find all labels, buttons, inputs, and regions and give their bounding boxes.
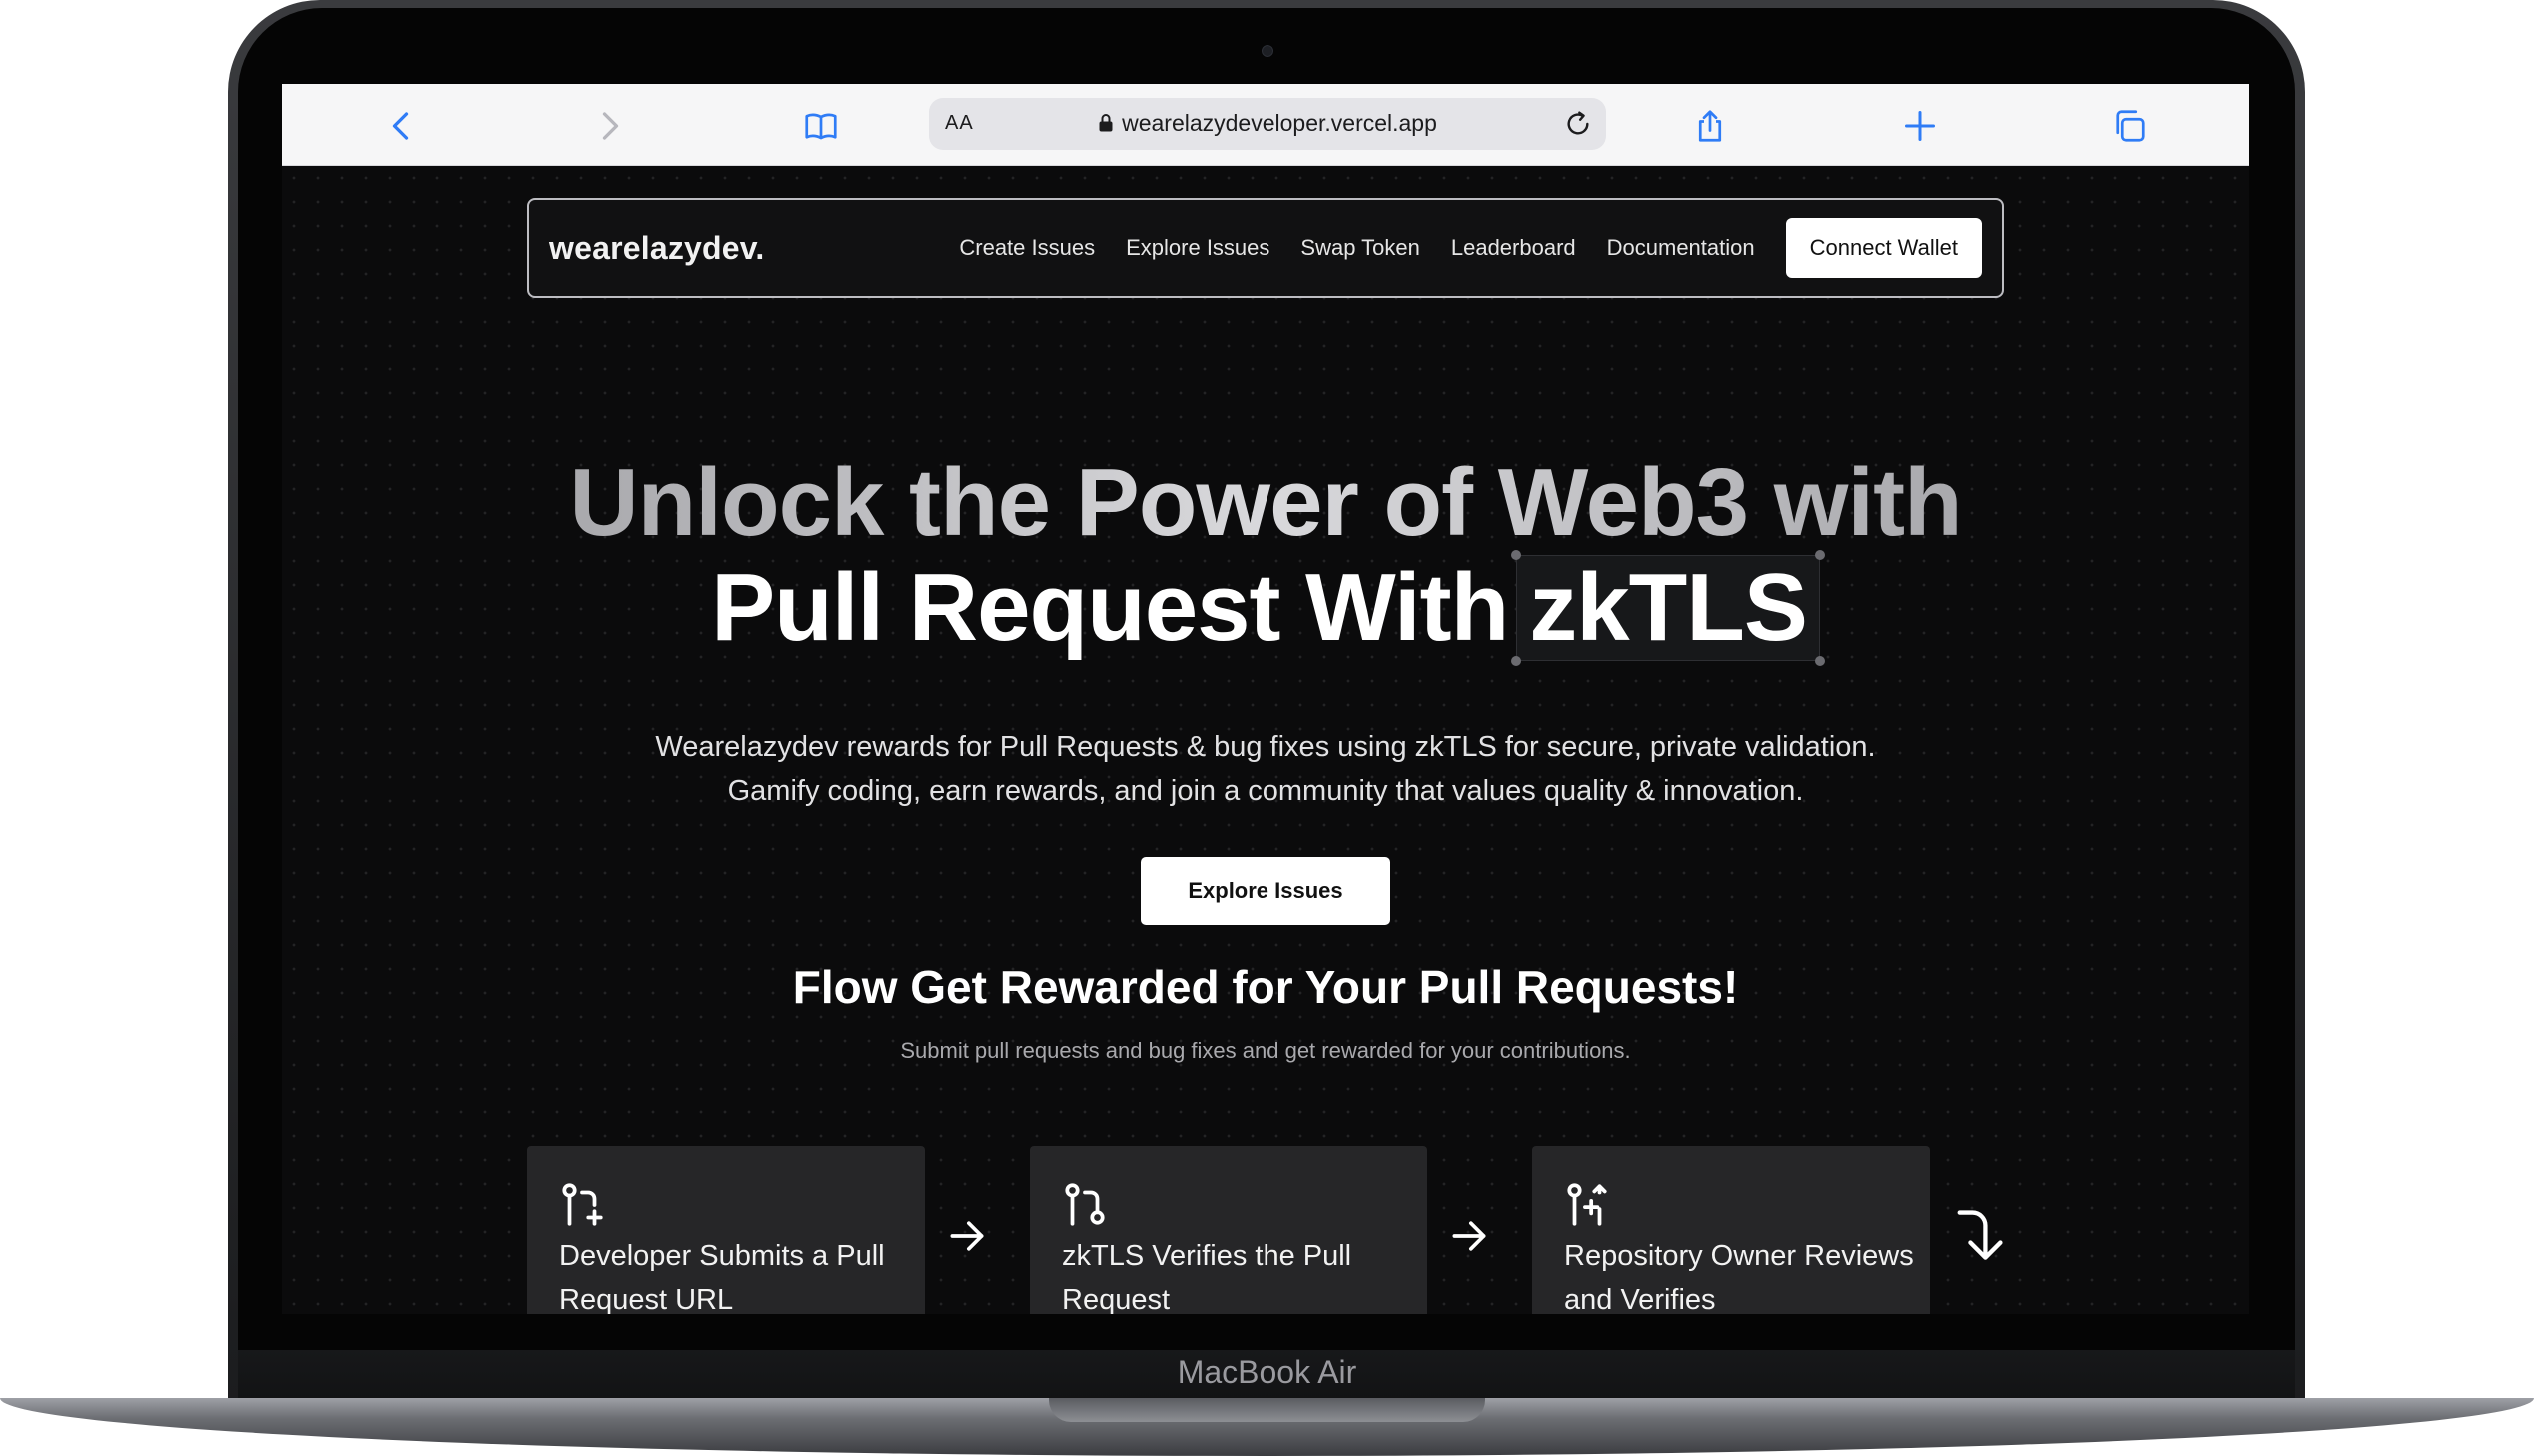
new-tab-icon[interactable] — [1900, 106, 1940, 146]
share-icon[interactable] — [1690, 106, 1730, 146]
flow-step-card: zkTLS Verifies the Pull Request — [1030, 1146, 1427, 1314]
flow-section-subtitle: Submit pull requests and bug fixes and g… — [900, 1038, 1631, 1063]
back-icon[interactable] — [382, 106, 422, 146]
url-text: wearelazydeveloper.vercel.app — [1122, 110, 1437, 136]
flow-step-label: Developer Submits a Pull Request URL — [559, 1240, 885, 1314]
hero-description-line2: Gamify coding, earn rewards, and join a … — [727, 775, 1804, 807]
lock-icon — [1098, 112, 1114, 139]
git-pull-request-arrow-icon — [1562, 1180, 1612, 1230]
hero-title-prefix: Pull Request With — [711, 554, 1509, 661]
hero-description: Wearelazydev rewards for Pull Requests &… — [282, 725, 2249, 813]
nav-link-documentation[interactable]: Documentation — [1607, 235, 1755, 261]
device-label: MacBook Air — [1177, 1354, 1357, 1390]
camera-icon — [1262, 45, 1273, 57]
nav-link-swap-token[interactable]: Swap Token — [1300, 235, 1419, 261]
screen: AA wearelazydeveloper.vercel.app wearela… — [282, 84, 2249, 1314]
site-navbar: wearelazydev. Create Issues Explore Issu… — [527, 198, 2004, 298]
browser-toolbar: AA wearelazydeveloper.vercel.app — [282, 84, 2249, 166]
arrow-turn-down-icon — [1952, 1204, 2006, 1264]
tabs-icon[interactable] — [2110, 106, 2149, 146]
url-display: wearelazydeveloper.vercel.app — [929, 110, 1606, 139]
flow-step-label: zkTLS Verifies the Pull Request — [1062, 1240, 1352, 1314]
hero-title-line2: Pull Request With zkTLS — [282, 550, 2249, 666]
nav-link-leaderboard[interactable]: Leaderboard — [1451, 235, 1576, 261]
bookmarks-icon[interactable] — [801, 106, 841, 146]
flow-step-card: Developer Submits a Pull Request URL — [527, 1146, 925, 1314]
flow-step-label: Repository Owner Reviews and Verifies — [1564, 1240, 1914, 1314]
arrow-right-icon — [1447, 1214, 1491, 1258]
hero-highlight-zktls: zkTLS — [1511, 550, 1825, 666]
hero-title-line1: Unlock the Power of Web3 with — [569, 449, 1962, 556]
reload-icon[interactable] — [1562, 108, 1594, 140]
flow-step-card: Repository Owner Reviews and Verifies — [1532, 1146, 1930, 1314]
web-page: wearelazydev. Create Issues Explore Issu… — [282, 166, 2249, 1314]
hero-description-line1: Wearelazydev rewards for Pull Requests &… — [655, 731, 1876, 763]
git-pull-request-icon — [1060, 1180, 1110, 1230]
brand-logo[interactable]: wearelazydev. — [549, 230, 764, 267]
forward-icon[interactable] — [589, 106, 629, 146]
nav-link-create-issues[interactable]: Create Issues — [959, 235, 1095, 261]
laptop-hinge-notch — [1049, 1398, 1485, 1422]
arrow-right-icon — [945, 1214, 989, 1258]
address-bar[interactable]: AA wearelazydeveloper.vercel.app — [929, 98, 1606, 150]
nav-links: Create Issues Explore Issues Swap Token … — [959, 200, 2002, 296]
nav-link-explore-issues[interactable]: Explore Issues — [1126, 235, 1269, 261]
flow-section-title: Flow Get Rewarded for Your Pull Requests… — [792, 961, 1739, 1013]
git-pull-request-create-icon — [557, 1180, 607, 1230]
connect-wallet-button[interactable]: Connect Wallet — [1785, 218, 1982, 278]
explore-issues-button[interactable]: Explore Issues — [1141, 857, 1390, 925]
